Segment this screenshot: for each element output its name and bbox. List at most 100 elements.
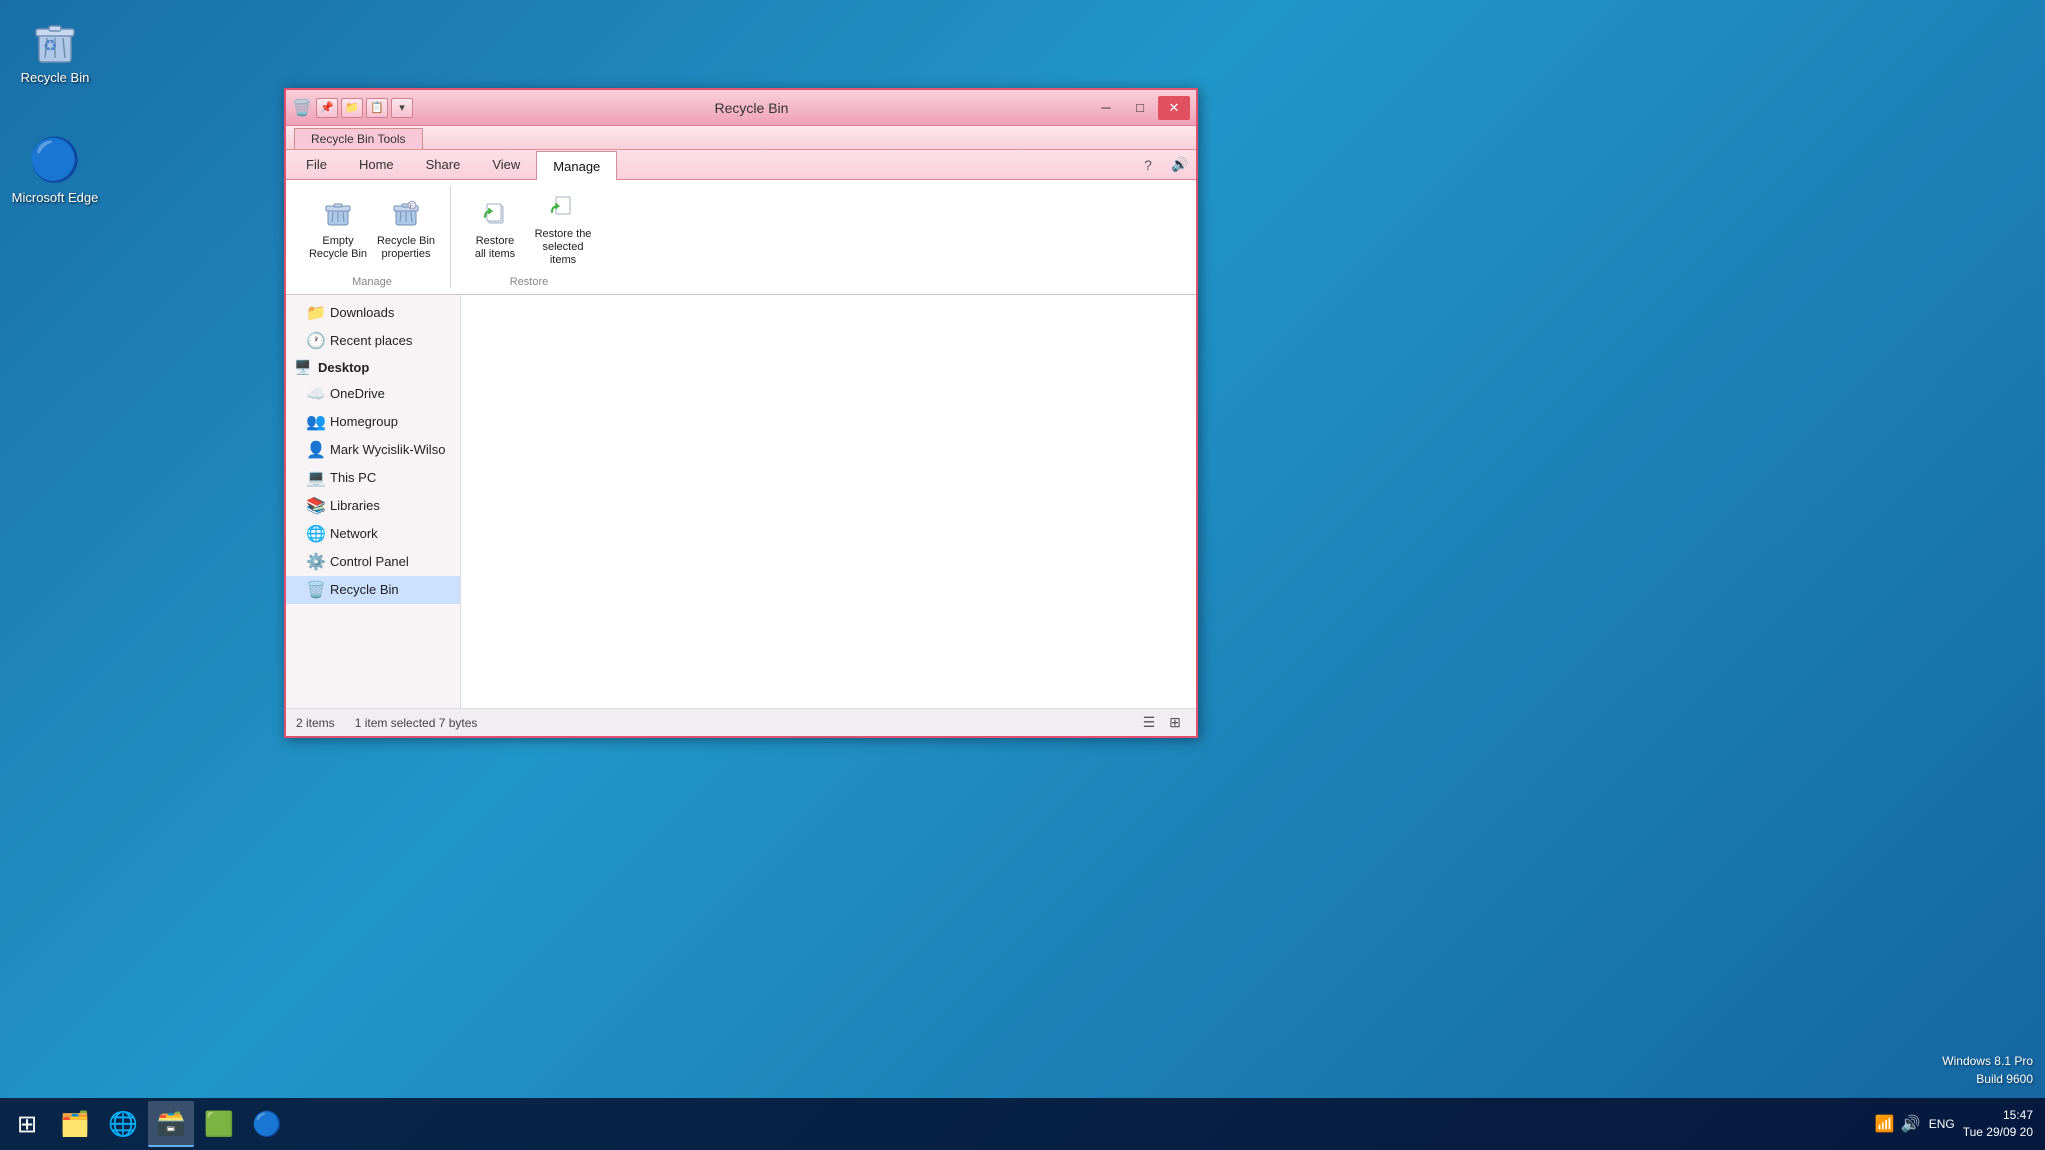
sidebar-item-recycle-bin-label: Recycle Bin	[330, 582, 399, 597]
context-tab-recycle-bin-tools[interactable]: Recycle Bin Tools	[294, 128, 423, 149]
taskbar-internet-explorer[interactable]: 🌐	[100, 1101, 146, 1147]
restore-selected-items-label: Restore theselected items	[533, 228, 593, 268]
minimize-button[interactable]: ─	[1090, 96, 1122, 120]
homegroup-icon: 👥	[306, 412, 324, 432]
explorer-window: 🗑️ 📌 📁 📋 ▾ Recycle Bin ─ □ ✕ Recycle Bin…	[284, 88, 1198, 738]
taskbar-excel[interactable]: 🟩	[196, 1101, 242, 1147]
main-area: 📁 Downloads 🕐 Recent places 🖥️ Desktop ☁…	[286, 295, 1196, 708]
sidebar-item-recycle-bin[interactable]: 🗑️ Recycle Bin	[286, 576, 460, 604]
os-version-line2: Build 9600	[1942, 1070, 2033, 1088]
sidebar-item-downloads[interactable]: 📁 Downloads	[286, 299, 460, 327]
recent-places-icon: 🕐	[306, 331, 324, 351]
maximize-button[interactable]: □	[1124, 96, 1156, 120]
sidebar-item-downloads-label: Downloads	[330, 305, 394, 320]
window-controls: ─ □ ✕	[1090, 96, 1190, 120]
ribbon-tab-right: ? 🔊	[1136, 153, 1192, 177]
restore-all-icon	[479, 197, 511, 233]
taskbar-file-explorer[interactable]: 🗂️	[52, 1101, 98, 1147]
ribbon-manage-items: EmptyRecycle Bin	[306, 186, 438, 272]
sidebar-item-network-label: Network	[330, 526, 378, 541]
language-indicator: ENG	[1929, 1117, 1955, 1131]
recycle-bin-properties-icon: i	[390, 197, 422, 233]
sidebar-item-onedrive-label: OneDrive	[330, 386, 385, 401]
quick-access-btn-1[interactable]: 📌	[316, 98, 338, 118]
title-bar-left: 🗑️ 📌 📁 📋 ▾	[292, 98, 413, 118]
restore-group-label: Restore	[510, 276, 549, 288]
recycle-bin-image: ♻	[29, 14, 81, 66]
clock[interactable]: 15:47 Tue 29/09 20	[1963, 1107, 2033, 1141]
close-button[interactable]: ✕	[1158, 96, 1190, 120]
sidebar-item-network[interactable]: 🌐 Network	[286, 520, 460, 548]
sidebar-item-homegroup-label: Homegroup	[330, 414, 398, 429]
restore-all-items-button[interactable]: Restoreall items	[463, 193, 527, 265]
sidebar-item-homegroup[interactable]: 👥 Homegroup	[286, 408, 460, 436]
details-view-button[interactable]: ☰	[1138, 712, 1160, 734]
os-version-line1: Windows 8.1 Pro	[1942, 1052, 2033, 1070]
sidebar: 📁 Downloads 🕐 Recent places 🖥️ Desktop ☁…	[286, 295, 461, 708]
empty-recycle-bin-button[interactable]: EmptyRecycle Bin	[306, 193, 370, 265]
ribbon-tab-bar: File Home Share View Manage ? 🔊	[286, 150, 1196, 180]
this-pc-icon: 💻	[306, 468, 324, 488]
system-icons: 📶 🔊	[1875, 1114, 1921, 1134]
restore-all-items-label: Restoreall items	[475, 235, 515, 261]
libraries-icon: 📚	[306, 496, 324, 516]
sidebar-item-libraries[interactable]: 📚 Libraries	[286, 492, 460, 520]
sidebar-item-control-panel[interactable]: ⚙️ Control Panel	[286, 548, 460, 576]
os-info: Windows 8.1 Pro Build 9600	[1942, 1052, 2033, 1088]
taskbar-edge[interactable]: 🔵	[244, 1101, 290, 1147]
edge-image: 🔵	[29, 134, 81, 186]
recycle-bin-properties-button[interactable]: i Recycle Binproperties	[374, 193, 438, 265]
large-icons-view-button[interactable]: ⊞	[1164, 712, 1186, 734]
desktop: ♻ Recycle Bin 🔵 Microsoft Edge 🗑️ 📌 📁 📋 …	[0, 0, 2045, 1150]
quick-access-toolbar: 📌 📁 📋 ▾	[316, 98, 413, 118]
items-count: 2 items	[296, 716, 335, 730]
tab-view[interactable]: View	[476, 150, 536, 179]
sidebar-section-desktop[interactable]: 🖥️ Desktop	[286, 355, 460, 380]
sidebar-desktop-label: Desktop	[318, 360, 369, 375]
downloads-icon: 📁	[306, 303, 324, 323]
sidebar-item-user[interactable]: 👤 Mark Wycislik-Wilso	[286, 436, 460, 464]
sidebar-item-recent-places[interactable]: 🕐 Recent places	[286, 327, 460, 355]
status-bar: 2 items 1 item selected 7 bytes ☰ ⊞	[286, 708, 1196, 736]
quick-access-btn-2[interactable]: 📁	[341, 98, 363, 118]
manage-group-label: Manage	[352, 276, 392, 288]
tab-share[interactable]: Share	[410, 150, 477, 179]
start-button[interactable]: ⊞	[4, 1101, 50, 1147]
sidebar-item-this-pc[interactable]: 💻 This PC	[286, 464, 460, 492]
clock-date: Tue 29/09 20	[1963, 1124, 2033, 1141]
restore-selected-icon	[547, 190, 579, 226]
context-tab-bar: Recycle Bin Tools	[286, 126, 1196, 150]
ribbon-content: EmptyRecycle Bin	[286, 180, 1196, 295]
onedrive-icon: ☁️	[306, 384, 324, 404]
taskbar-right: 📶 🔊 ENG 15:47 Tue 29/09 20	[1875, 1107, 2041, 1141]
taskbar: ⊞ 🗂️ 🌐 🗃️ 🟩 🔵 📶 🔊 ENG 15:47 Tue 29/09 20	[0, 1098, 2045, 1150]
desktop-edge-icon[interactable]: 🔵 Microsoft Edge	[10, 130, 100, 209]
content-pane	[461, 295, 1196, 708]
status-bar-right: ☰ ⊞	[1138, 712, 1186, 734]
sidebar-item-user-label: Mark Wycislik-Wilso	[330, 442, 445, 457]
sidebar-item-recent-places-label: Recent places	[330, 333, 412, 348]
restore-selected-button[interactable]: Restore theselected items	[531, 186, 595, 272]
control-panel-icon: ⚙️	[306, 552, 324, 572]
window-title: Recycle Bin	[413, 100, 1090, 116]
edge-desktop-label: Microsoft Edge	[12, 190, 99, 205]
desktop-recycle-bin-icon[interactable]: ♻ Recycle Bin	[10, 10, 100, 89]
sound-icon[interactable]: 🔊	[1168, 153, 1192, 177]
recycle-bin-sidebar-icon: 🗑️	[306, 580, 324, 600]
taskbar-file-manager[interactable]: 🗃️	[148, 1101, 194, 1147]
svg-text:♻: ♻	[43, 38, 57, 55]
ribbon-group-restore: Restoreall items Restore theselected ite…	[451, 186, 607, 288]
recycle-bin-properties-label: Recycle Binproperties	[377, 235, 435, 261]
sidebar-item-libraries-label: Libraries	[330, 498, 380, 513]
tab-home[interactable]: Home	[343, 150, 410, 179]
ribbon-group-manage: EmptyRecycle Bin	[294, 186, 451, 288]
quick-access-btn-4[interactable]: ▾	[391, 98, 413, 118]
window-icon: 🗑️	[292, 98, 312, 118]
tab-file[interactable]: File	[290, 150, 343, 179]
ribbon-restore-items: Restoreall items Restore theselected ite…	[463, 186, 595, 272]
tab-manage[interactable]: Manage	[536, 151, 617, 180]
sidebar-item-onedrive[interactable]: ☁️ OneDrive	[286, 380, 460, 408]
quick-access-btn-3[interactable]: 📋	[366, 98, 388, 118]
empty-recycle-bin-icon	[322, 197, 354, 233]
help-icon[interactable]: ?	[1136, 153, 1160, 177]
